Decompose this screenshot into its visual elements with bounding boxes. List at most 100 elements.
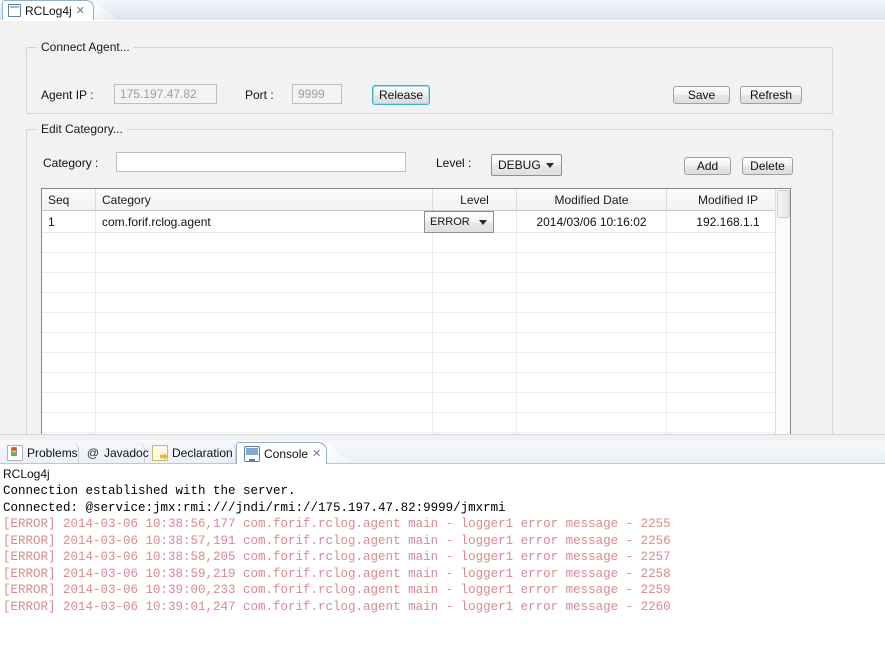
editor-tab-strip: RCLog4j ✕ — [0, 0, 885, 21]
table-empty-cell — [42, 273, 96, 292]
column-header-modified-ip[interactable]: Modified IP — [667, 189, 789, 210]
add-button[interactable]: Add — [684, 157, 731, 175]
table-empty-cell — [42, 313, 96, 332]
level-label: Level : — [436, 156, 472, 170]
table-empty-cell — [517, 253, 667, 272]
console-error-line: [ERROR] 2014-03-06 10:38:59,219 com.fori… — [3, 566, 671, 581]
tab-declaration[interactable]: Declaration — [145, 442, 236, 464]
bottom-view-stack: Problems @ Javadoc Declaration Console ✕… — [0, 440, 885, 667]
row-level-select[interactable]: ERROR — [424, 211, 494, 233]
table-empty-cell — [517, 393, 667, 412]
table-empty-cell — [96, 293, 433, 312]
refresh-button-label: Refresh — [749, 88, 793, 102]
delete-button-label: Delete — [750, 159, 785, 173]
javadoc-icon: @ — [86, 446, 100, 460]
console-error-line: [ERROR] 2014-03-06 10:39:01,247 com.fori… — [3, 599, 671, 614]
view-tab-tail-decoration — [327, 442, 353, 465]
column-header-modified-date[interactable]: Modified Date — [517, 189, 667, 210]
release-button[interactable]: Release — [372, 85, 430, 105]
table-empty-cell — [667, 293, 789, 312]
table-empty-row[interactable] — [42, 233, 790, 253]
table-empty-row[interactable] — [42, 333, 790, 353]
delete-button[interactable]: Delete — [742, 157, 793, 175]
table-empty-cell — [433, 413, 517, 432]
table-empty-cell — [42, 353, 96, 372]
table-empty-cell — [433, 313, 517, 332]
table-empty-cell — [517, 373, 667, 392]
table-empty-cell — [96, 373, 433, 392]
table-empty-cell — [433, 293, 517, 312]
console-log-lines: Connection established with the server. C… — [0, 483, 885, 615]
table-empty-cell — [517, 273, 667, 292]
column-header-level[interactable]: Level — [433, 189, 517, 210]
category-input[interactable] — [116, 152, 406, 172]
table-empty-row[interactable] — [42, 393, 790, 413]
table-empty-cell — [667, 393, 789, 412]
save-button[interactable]: Save — [673, 86, 730, 104]
edit-category-group-title: Edit Category... — [37, 122, 127, 136]
table-empty-cell — [42, 333, 96, 352]
table-empty-row[interactable] — [42, 293, 790, 313]
tab-console-label: Console — [264, 446, 309, 461]
level-select-value: DEBUG — [498, 158, 541, 172]
table-empty-cell — [42, 373, 96, 392]
table-empty-cell — [42, 253, 96, 272]
agent-ip-label: Agent IP : — [41, 88, 94, 102]
cell-seq: 1 — [42, 211, 96, 232]
cell-modified-date: 2014/03/06 10:16:02 — [517, 211, 667, 232]
close-icon[interactable]: ✕ — [312, 447, 321, 460]
tab-javadoc[interactable]: @ Javadoc — [79, 442, 149, 464]
tab-console[interactable]: Console ✕ — [236, 442, 327, 465]
table-empty-row[interactable] — [42, 253, 790, 273]
console-icon — [244, 445, 260, 462]
declaration-icon — [152, 445, 168, 461]
table-empty-cell — [433, 273, 517, 292]
table-empty-cell — [42, 293, 96, 312]
category-table: Seq Category Level Modified Date Modifie… — [41, 188, 791, 448]
agent-ip-input[interactable] — [114, 84, 217, 104]
view-tab-strip: Problems @ Javadoc Declaration Console ✕ — [0, 440, 885, 465]
tab-problems[interactable]: Problems — [0, 442, 79, 464]
scrollbar-thumb[interactable] — [777, 190, 790, 218]
table-vertical-scrollbar[interactable] — [775, 189, 790, 447]
port-input[interactable] — [292, 84, 342, 104]
table-empty-cell — [667, 353, 789, 372]
table-empty-cell — [96, 413, 433, 432]
table-empty-row[interactable] — [42, 313, 790, 333]
table-empty-cell — [96, 353, 433, 372]
table-empty-row[interactable] — [42, 273, 790, 293]
editor-tab-label: RCLog4j — [25, 3, 72, 18]
table-empty-row[interactable] — [42, 413, 790, 433]
table-empty-cell — [96, 273, 433, 292]
table-empty-row[interactable] — [42, 353, 790, 373]
tab-problems-label: Problems — [27, 446, 78, 460]
table-empty-cell — [42, 413, 96, 432]
console-error-line: [ERROR] 2014-03-06 10:38:58,205 com.fori… — [3, 550, 671, 564]
chevron-down-icon — [546, 163, 554, 168]
console-line: Connected: @service:jmx:rmi:///jndi/rmi:… — [3, 500, 506, 515]
close-icon[interactable]: ✕ — [76, 5, 85, 16]
console-title: RCLog4j — [3, 467, 50, 481]
column-header-seq[interactable]: Seq — [42, 189, 96, 210]
table-empty-cell — [42, 233, 96, 252]
column-header-category[interactable]: Category — [96, 189, 433, 210]
level-select[interactable]: DEBUG — [491, 154, 562, 176]
table-row[interactable]: 1 com.forif.rclog.agent 2014/03/06 10:16… — [42, 211, 790, 233]
cell-category: com.forif.rclog.agent — [96, 211, 433, 232]
editor-tab-rclog4j[interactable]: RCLog4j ✕ — [2, 0, 94, 20]
table-empty-cell — [667, 333, 789, 352]
category-label: Category : — [43, 156, 99, 170]
console-output-panel[interactable]: RCLog4j Connection established with the … — [0, 464, 885, 667]
table-empty-cell — [96, 313, 433, 332]
table-empty-row[interactable] — [42, 373, 790, 393]
cell-modified-ip: 192.168.1.1 — [696, 214, 760, 229]
refresh-button[interactable]: Refresh — [740, 86, 802, 104]
table-empty-cell — [433, 333, 517, 352]
save-button-label: Save — [687, 88, 716, 102]
editor-body: Connect Agent... Agent IP : Port : Relea… — [0, 20, 885, 448]
table-empty-cell — [96, 393, 433, 412]
table-empty-cell — [433, 253, 517, 272]
table-empty-cell — [667, 253, 789, 272]
table-empty-cell — [517, 333, 667, 352]
table-empty-cell — [517, 353, 667, 372]
